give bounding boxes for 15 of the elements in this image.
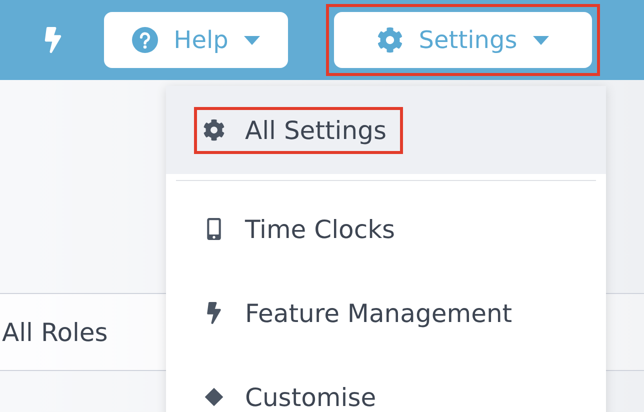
settings-icon	[376, 27, 403, 53]
role-filter[interactable]: All Roles	[2, 318, 108, 346]
menu-item[interactable]: All Settings	[166, 86, 606, 174]
menu-item[interactable]: Feature Management	[166, 271, 606, 355]
menu-item-label: Feature Management	[245, 298, 512, 328]
menu-item[interactable]: Customise	[166, 355, 606, 412]
diamond-icon	[203, 386, 225, 408]
menu-item-label: All Settings	[245, 116, 386, 144]
menu-item-label: Customise	[245, 382, 376, 412]
menu-item[interactable]: Time Clocks	[166, 187, 606, 271]
settings-icon	[203, 119, 225, 141]
caret-icon	[244, 36, 260, 44]
caret-icon	[533, 36, 550, 44]
menu-item-label: Time Clocks	[245, 214, 396, 244]
help-icon	[132, 27, 158, 53]
